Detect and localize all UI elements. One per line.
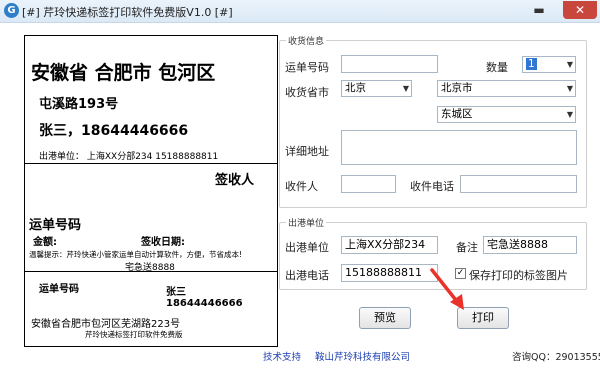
recipient-label: 收件人 xyxy=(285,180,318,193)
city-value: 北京市 xyxy=(441,82,473,94)
preview-sign-label: 签收人 xyxy=(215,173,255,188)
recipient-phone-label: 收件电话 xyxy=(410,180,454,193)
preview-province-city: 安徽省 合肥市 包河区 xyxy=(31,62,216,84)
province-value: 北京 xyxy=(345,82,366,94)
tracking-number-input[interactable] xyxy=(341,55,438,73)
address-label: 详细地址 xyxy=(285,145,329,158)
shipper-group-title: 出港单位 xyxy=(286,216,327,229)
qq-contact: 咨询QQ：2901355545 xyxy=(512,352,600,363)
minimize-button[interactable]: ▬ xyxy=(528,1,550,19)
app-window: G [#] 芹玲快递标签打印软件免费版V1.0 [#] ▬ ◻ ✕ 安徽省 合肥… xyxy=(0,0,600,370)
preview-footer-note: 芹玲快递标签打印软件免费版 xyxy=(85,330,183,339)
quantity-select[interactable]: 1 ▼ xyxy=(522,56,576,73)
province-select[interactable]: 北京 ▼ xyxy=(341,80,412,97)
shipper-phone-label: 出港电话 xyxy=(285,269,329,282)
tracking-number-label: 运单号码 xyxy=(285,61,329,74)
quantity-value: 1 xyxy=(526,58,537,70)
preview-tip: 温馨提示：芹玲快递小管家运单自动计算软件，方便，节省成本! xyxy=(29,250,243,259)
app-icon: G xyxy=(4,3,19,18)
preview-tracking-label: 运单号码 xyxy=(29,218,82,233)
district-value: 东城区 xyxy=(441,108,473,120)
quantity-label: 数量 xyxy=(486,61,508,74)
preview-address-full: 安徽省合肥市包河区芜湖路223号 xyxy=(31,319,181,330)
preview-sign-date-label: 签收日期: xyxy=(141,237,185,248)
district-select[interactable]: 东城区 ▼ xyxy=(437,106,576,123)
label-preview: 安徽省 合肥市 包河区 屯溪路193号 张三，18644446666 出港单位：… xyxy=(24,35,278,347)
close-button[interactable]: ✕ xyxy=(563,1,597,19)
preview-button[interactable]: 预览 xyxy=(359,307,411,329)
recipient-input[interactable] xyxy=(341,175,396,193)
province-label: 收货省市 xyxy=(285,86,329,99)
divider xyxy=(25,271,277,272)
shipper-unit-input[interactable]: 上海XX分部234 xyxy=(341,236,438,254)
preview-recipient-phone-2: 18644446666 xyxy=(166,298,243,309)
preview-recipient-name-2: 张三 xyxy=(166,287,186,298)
chevron-down-icon: ▼ xyxy=(566,110,573,119)
chevron-down-icon: ▼ xyxy=(566,60,573,69)
preview-amount-label: 金额: xyxy=(33,237,57,248)
recipient-phone-input[interactable] xyxy=(460,175,577,193)
city-select[interactable]: 北京市 ▼ xyxy=(437,80,576,97)
shipper-phone-input[interactable]: 15188888811 xyxy=(341,264,438,282)
window-title: [#] 芹玲快递标签打印软件免费版V1.0 [#] xyxy=(22,6,233,19)
note-input[interactable]: 宅急送8888 xyxy=(483,236,577,254)
divider xyxy=(25,163,277,164)
company-link[interactable]: 鞍山芹玲科技有限公司 xyxy=(315,349,410,363)
preview-tracking-label-2: 运单号码 xyxy=(39,284,79,295)
chevron-down-icon: ▼ xyxy=(402,84,409,93)
preview-shipper-line: 出港单位： 上海XX分部234 15188888811 xyxy=(39,152,219,162)
chevron-down-icon: ▼ xyxy=(566,84,573,93)
title-bar[interactable]: G [#] 芹玲快递标签打印软件免费版V1.0 [#] ▬ ◻ ✕ xyxy=(0,0,600,23)
preview-recipient: 张三，18644446666 xyxy=(39,123,189,139)
annotation-arrow-icon xyxy=(430,268,464,310)
shipper-unit-label: 出港单位 xyxy=(285,241,329,254)
tech-support-label: 技术支持 xyxy=(263,352,302,363)
receiver-group-title: 收货信息 xyxy=(286,34,327,47)
address-input[interactable] xyxy=(341,130,577,165)
note-label: 备注 xyxy=(456,241,478,254)
preview-street: 屯溪路193号 xyxy=(39,97,119,112)
save-image-label: 保存打印的标签图片 xyxy=(469,269,568,282)
